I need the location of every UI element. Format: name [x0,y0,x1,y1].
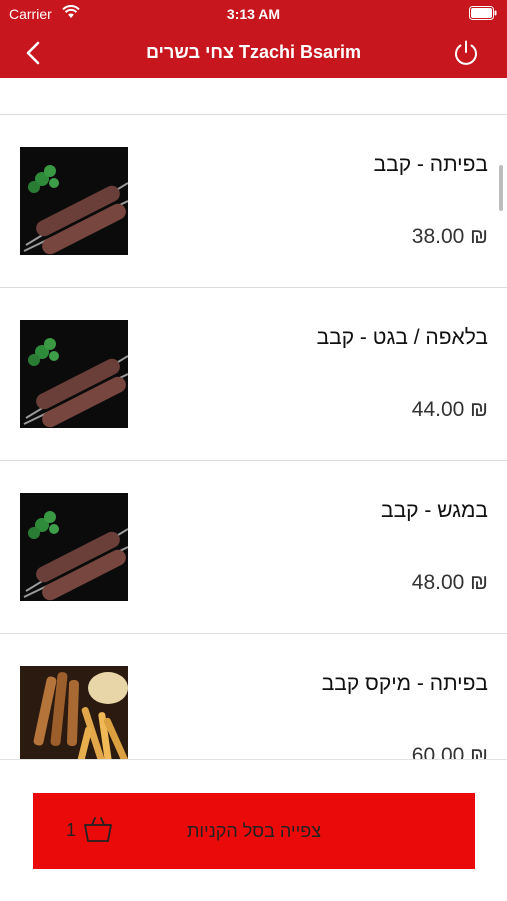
scroll-indicator[interactable] [499,165,503,211]
logout-button[interactable] [451,38,481,68]
power-icon [455,40,477,65]
product-name: בפיתה - מיקס קבב [321,672,488,695]
product-image [20,320,128,428]
product-price: 44.00 ₪ [411,398,488,421]
product-item[interactable]: בלאפה / בגט - קבב 44.00 ₪ [0,288,507,461]
product-image [20,147,128,255]
product-item[interactable]: במגש - קבב 48.00 ₪ [0,461,507,634]
view-cart-button[interactable]: 1 צפייה בסל הקניות [33,793,475,869]
product-name: בפיתה - קבב [373,153,488,176]
product-item[interactable]: בפיתה - קבב 38.00 ₪ [0,115,507,288]
status-bar: Carrier 3:13 AM [0,0,507,28]
nav-bar: צחי בשרים Tzachi Bsarim [0,28,507,78]
product-image [20,493,128,601]
battery-icon [469,6,497,25]
page-title: צחי בשרים Tzachi Bsarim [145,42,362,62]
product-price: 48.00 ₪ [411,571,488,594]
list-header-spacer [0,78,507,115]
product-name: במגש - קבב [381,499,488,522]
cart-label: צפייה בסל הקניות [186,821,322,841]
app-header: Carrier 3:13 AM צחי בשרים Tzachi Bsarim [0,0,507,78]
bottom-cart-bar: 1 צפייה בסל הקניות [0,759,507,901]
product-name: בלאפה / בגט - קבב [316,326,488,349]
product-price: 60.00 ₪ [411,744,488,759]
product-image [20,666,128,759]
product-price: 38.00 ₪ [411,225,488,248]
status-time: 3:13 AM [226,6,281,22]
product-list[interactable]: בפיתה - קבב 38.00 ₪ בלאפה / בגט - קבב 44… [0,78,507,759]
product-item[interactable]: בפיתה - מיקס קבב 60.00 ₪ [0,634,507,759]
